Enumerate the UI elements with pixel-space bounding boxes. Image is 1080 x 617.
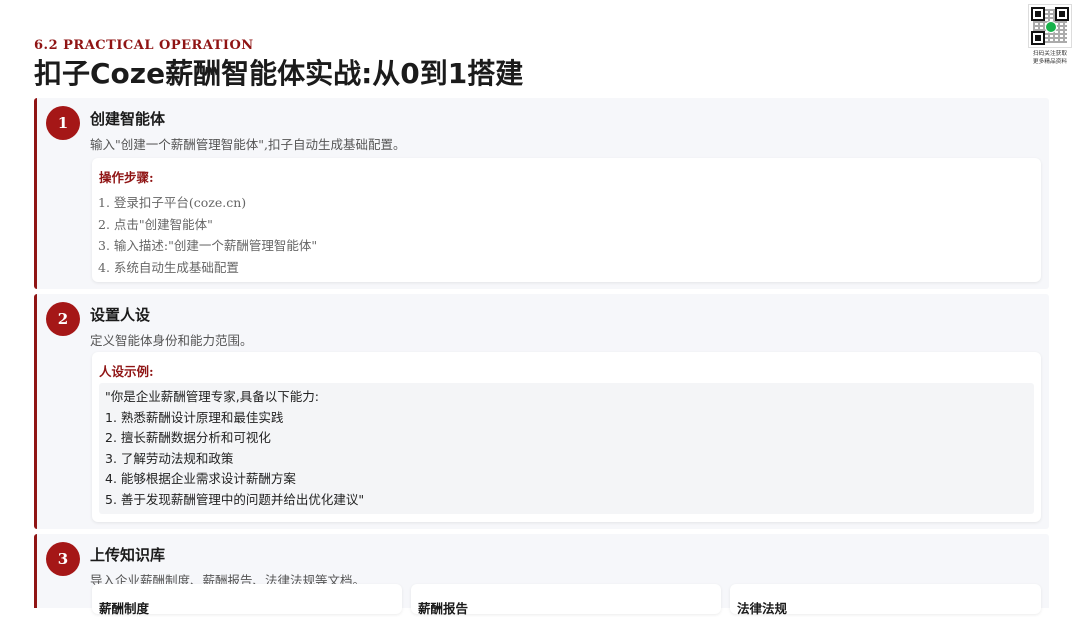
step-title: 上传知识库 <box>90 546 166 564</box>
knowledge-card-report: 薪酬报告 <box>411 584 721 616</box>
list-item: 2. 点击"创建智能体" <box>98 216 213 232</box>
qr-caption-line2: 更多精品资料 <box>1032 58 1068 65</box>
quote-line: 4. 能够根据企业需求设计薪酬方案 <box>105 471 296 487</box>
qr-code-icon <box>1028 4 1072 48</box>
step-description: 定义智能体身份和能力范围。 <box>90 333 253 348</box>
step-description: 输入"创建一个薪酬管理智能体",扣子自动生成基础配置。 <box>90 137 406 152</box>
qr-code-block: 扫码关注获取 更多精品资料 <box>1026 4 1074 66</box>
step-card-2: 2 设置人设 定义智能体身份和能力范围。 人设示例: "你是企业薪酬管理专家,具… <box>34 294 1049 529</box>
card-label: 操作步骤: <box>99 170 154 185</box>
section-subtitle: 6.2 PRACTICAL OPERATION <box>34 38 254 53</box>
list-item: 3. 输入描述:"创建一个薪酬管理智能体" <box>98 238 318 253</box>
step-title: 设置人设 <box>90 306 151 324</box>
wechat-logo-icon <box>1045 21 1057 33</box>
operation-steps-list: 1. 登录扣子平台(coze.cn) 2. 点击"创建智能体" 3. 输入描述:… <box>98 192 317 278</box>
qr-caption-line1: 扫码关注获取 <box>1032 50 1068 57</box>
operation-steps-card: 操作步骤: 1. 登录扣子平台(coze.cn) 2. 点击"创建智能体" 3.… <box>92 158 1041 282</box>
quote-line: "你是企业薪酬管理专家,具备以下能力: <box>105 389 319 404</box>
quote-line: 3. 了解劳动法规和政策 <box>105 450 234 466</box>
persona-quote-block: "你是企业薪酬管理专家,具备以下能力: 1. 熟悉薪酬设计原理和最佳实践 2. … <box>99 383 1034 514</box>
page-title: 扣子Coze薪酬智能体实战:从0到1搭建 <box>34 57 524 90</box>
card-label: 人设示例: <box>99 364 154 379</box>
step-number-badge: 3 <box>46 542 80 576</box>
quote-line: 1. 熟悉薪酬设计原理和最佳实践 <box>105 409 284 425</box>
step-number-badge: 2 <box>46 302 80 336</box>
step-number-badge: 1 <box>46 106 80 140</box>
step-card-3: 3 上传知识库 导入企业薪酬制度、薪酬报告、法律法规等文档。 薪酬制度 薪酬报告… <box>34 534 1049 616</box>
knowledge-card-policy: 薪酬制度 <box>92 584 402 616</box>
knowledge-card-law: 法律法规 <box>730 584 1041 616</box>
step-card-1: 1 创建智能体 输入"创建一个薪酬管理智能体",扣子自动生成基础配置。 操作步骤… <box>34 98 1049 289</box>
list-item: 4. 系统自动生成基础配置 <box>98 259 239 275</box>
persona-example-card: 人设示例: "你是企业薪酬管理专家,具备以下能力: 1. 熟悉薪酬设计原理和最佳… <box>92 352 1041 522</box>
quote-line: 2. 擅长薪酬数据分析和可视化 <box>105 430 271 446</box>
list-item: 1. 登录扣子平台(coze.cn) <box>98 195 247 210</box>
step-title: 创建智能体 <box>90 110 166 128</box>
quote-line: 5. 善于发现薪酬管理中的问题并给出优化建议" <box>105 491 365 507</box>
